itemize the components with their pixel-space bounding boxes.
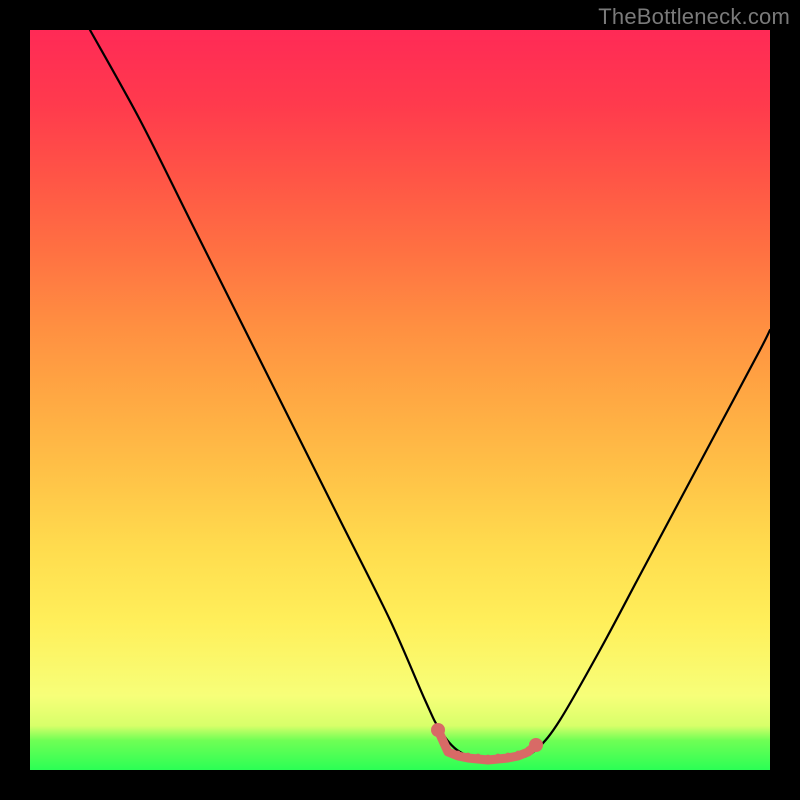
marker-band-endpoint xyxy=(431,723,445,737)
marker-band-bead xyxy=(466,753,471,758)
watermark-text: TheBottleneck.com xyxy=(598,4,790,30)
marker-band-bead xyxy=(446,747,451,752)
plot-area xyxy=(30,30,770,770)
bottom-marker-band xyxy=(431,723,543,760)
marker-band-bead xyxy=(506,753,511,758)
marker-band-bead xyxy=(516,751,521,756)
marker-band-endpoint xyxy=(529,738,543,752)
marker-band-bead xyxy=(486,755,491,760)
marker-band-bead xyxy=(476,754,481,759)
marker-band-bead xyxy=(456,751,461,756)
chart-frame: TheBottleneck.com xyxy=(0,0,800,800)
curve-layer xyxy=(30,30,770,770)
marker-band-bead xyxy=(526,747,531,752)
bottleneck-curve xyxy=(90,30,770,760)
marker-band-bead xyxy=(496,754,501,759)
